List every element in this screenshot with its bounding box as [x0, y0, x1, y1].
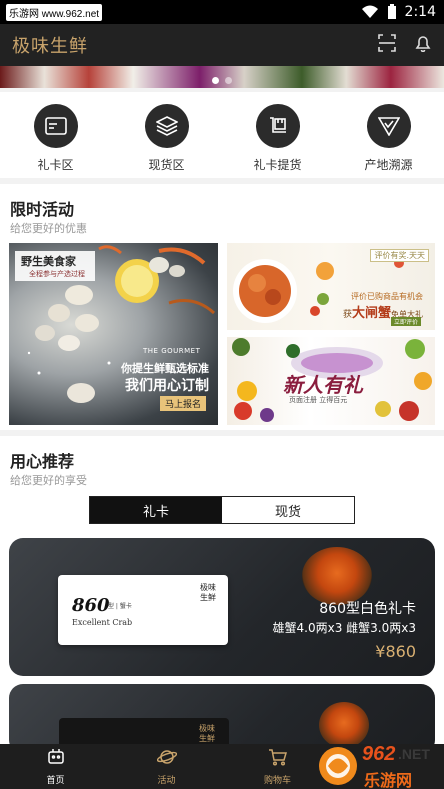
site-watermark-logo: 962 .NET 乐游网 [318, 743, 440, 789]
category-label: 礼卡区 [37, 158, 74, 172]
review-line-1: 评价已购商品有机会 [351, 292, 423, 301]
nav-home[interactable]: 首页 [0, 744, 111, 789]
app-header: 极味生鲜 [0, 24, 444, 66]
watermark-number: 962 [362, 743, 396, 765]
category-grid: 礼卡区 现货区 礼卡提货 产地溯源 [0, 92, 444, 178]
status-right: 2:14 [361, 4, 436, 20]
gift-card-logo-line1: 极味 [200, 583, 216, 592]
tab-gift-card[interactable]: 礼卡 [90, 497, 222, 523]
review-prefix: 获 [342, 310, 352, 320]
pickup-icon [255, 104, 300, 148]
home-robot-icon [46, 748, 66, 770]
gift-card-logo: 极味 生鲜 [199, 724, 215, 744]
nav-label: 首页 [46, 775, 65, 786]
layers-icon [144, 104, 189, 148]
nav-activity[interactable]: 活动 [111, 744, 222, 789]
recommend-tabs: 礼卡 现货 [89, 496, 355, 524]
promo-line-2: 我们用心订制 [125, 378, 209, 394]
gift-card-logo-line2: 生鲜 [199, 734, 215, 743]
gift-card-logo-line1: 极味 [199, 724, 215, 733]
review-button[interactable]: 立即评价 [390, 317, 421, 326]
category-label: 现货区 [148, 158, 185, 172]
crab-dish-image [319, 702, 369, 748]
category-label: 礼卡提货 [253, 158, 302, 172]
gift-card-logo: 极味 生鲜 [200, 583, 216, 603]
banner-dot [225, 77, 232, 84]
cart-icon [268, 748, 288, 770]
tab-in-stock[interactable]: 现货 [222, 497, 354, 523]
gift-card-english: Excellent Crab [72, 618, 133, 627]
recommend-section-subtitle: 给您更好的享受 [10, 474, 87, 487]
promo-section-subtitle: 给您更好的优惠 [10, 222, 87, 235]
planet-icon [156, 748, 177, 770]
nav-label: 购物车 [263, 775, 291, 786]
scan-icon[interactable] [378, 34, 396, 56]
corner-badge: 野生美食家 全程参与产选过程 [15, 251, 95, 281]
trace-icon [366, 104, 411, 148]
banner-dot [212, 77, 219, 84]
wifi-icon [361, 5, 379, 19]
recommend-section-title: 用心推荐 [10, 452, 75, 471]
corner-title: 野生美食家 [21, 255, 76, 268]
gift-card-image: 860 型 | 蟹卡 Excellent Crab 极味 生鲜 [58, 575, 228, 645]
category-gift-card[interactable]: 礼卡区 [0, 92, 111, 178]
product-card[interactable]: 860 型 | 蟹卡 Excellent Crab 极味 生鲜 860型白色礼卡… [9, 538, 435, 676]
category-card-pickup[interactable]: 礼卡提货 [222, 92, 333, 178]
app-title: 极味生鲜 [12, 36, 88, 57]
battery-icon [387, 4, 397, 20]
product-detail: 雄蟹4.0两x3 雌蟹3.0两x3 [272, 621, 416, 635]
nav-label: 活动 [157, 775, 176, 786]
category-in-stock[interactable]: 现货区 [111, 92, 222, 178]
bell-icon[interactable] [414, 34, 432, 56]
newcomer-title: 新人有礼 [283, 373, 363, 397]
banner-indicator [0, 77, 444, 84]
promo-cta-button[interactable]: 马上报名 [159, 396, 206, 411]
gift-card-number: 860 [72, 595, 110, 616]
header-actions [378, 34, 432, 56]
gift-card-logo-line2: 生鲜 [200, 593, 216, 602]
promo-banner-review[interactable]: 评价有奖.天天 评价已购商品有机会 获大闸蟹免单大礼 立即评价 [227, 243, 435, 330]
corner-subtitle: 全程参与产选过程 [29, 270, 85, 278]
product-name: 860型白色礼卡 [319, 601, 416, 617]
category-origin-trace[interactable]: 产地溯源 [333, 92, 444, 178]
card-icon [33, 104, 78, 148]
promo-banner-gourmet[interactable]: 野生美食家 全程参与产选过程 THE GOURMET 你提生鲜甄选标准 我们用心… [9, 243, 218, 425]
review-highlight: 大闸蟹 [351, 306, 391, 321]
promo-line-1: 你提生鲜甄选标准 [121, 362, 209, 375]
app-screen: 乐游网 www.962.net 2:14 极味生鲜 礼卡区 现货区 礼卡提货 产… [0, 0, 444, 789]
watermark-site-name: 乐游网 [364, 771, 413, 789]
nav-cart[interactable]: 购物车 [222, 744, 333, 789]
review-tag: 评价有奖.天天 [370, 249, 429, 262]
category-label: 产地溯源 [364, 158, 413, 172]
gift-card-type: 型 | 蟹卡 [108, 603, 132, 610]
promo-banner-newcomer[interactable]: 新人有礼 页面注册 立得百元 [227, 337, 435, 425]
top-banner[interactable] [0, 66, 444, 88]
status-left: 乐游网 www.962.net [6, 3, 103, 21]
crab-dish-image [302, 547, 372, 605]
clock: 2:14 [404, 4, 436, 20]
promo-section-title: 限时活动 [10, 200, 75, 219]
watermark-domain: .NET [398, 746, 430, 762]
promo-brand: THE GOURMET [143, 347, 201, 355]
status-bar: 乐游网 www.962.net 2:14 [0, 0, 444, 24]
newcomer-subtitle: 页面注册 立得百元 [289, 396, 348, 404]
product-price: ¥860 [375, 642, 416, 661]
watermark-text: 乐游网 www.962.net [6, 3, 103, 21]
